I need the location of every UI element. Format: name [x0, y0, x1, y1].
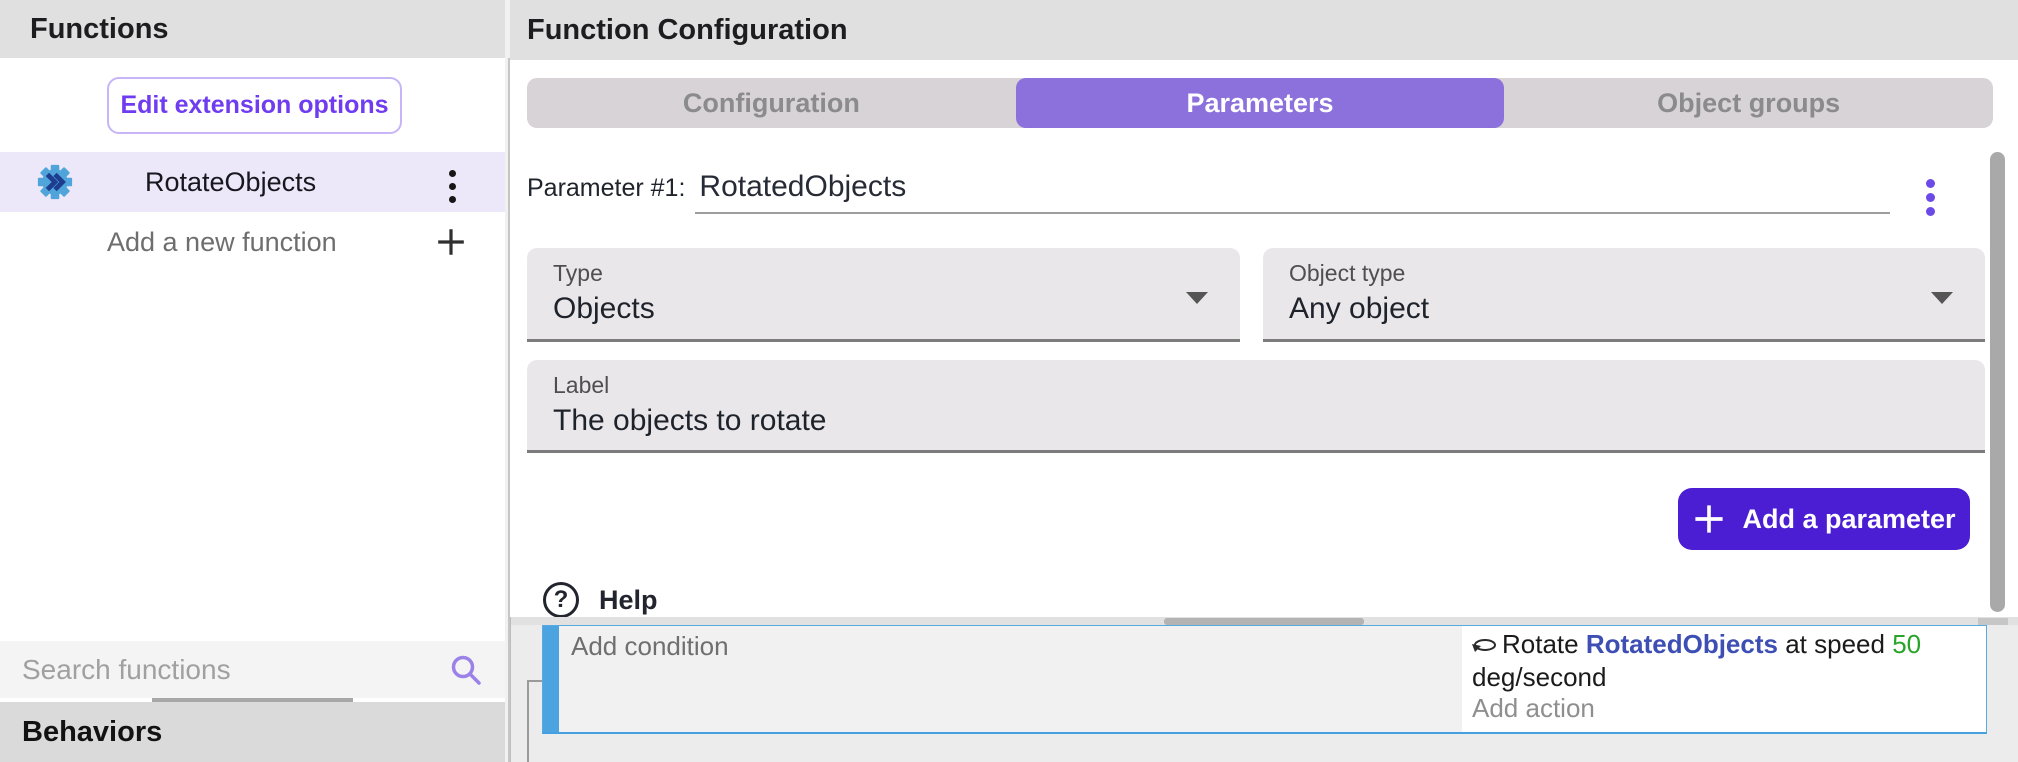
search-functions-bar — [0, 641, 505, 698]
functions-panel: Functions Edit extension options RotateO… — [0, 0, 505, 762]
action-object-name: RotatedObjects — [1586, 629, 1778, 659]
action-value: 50 — [1892, 629, 1921, 659]
main-panel-header: Function Configuration — [510, 0, 2018, 60]
action-sentence-wrap: deg/second — [1472, 662, 1976, 693]
subevent-indent-line — [527, 680, 529, 762]
search-functions-input[interactable] — [22, 641, 422, 698]
event-actions-cell[interactable]: Rotate RotatedObjects at speed 50 deg/se… — [1462, 626, 1986, 732]
functions-panel-title: Functions — [30, 13, 169, 46]
help-row[interactable]: ? Help — [543, 582, 658, 618]
object-type-field-label: Object type — [1289, 260, 1985, 287]
type-field-value: Objects — [553, 292, 1240, 326]
label-field-label: Label — [553, 372, 1985, 399]
tab-object-groups[interactable]: Object groups — [1504, 78, 1993, 128]
events-scrollbar-corner — [1978, 618, 2008, 625]
edit-extension-options-button[interactable]: Edit extension options — [107, 77, 402, 134]
parameter-type-select[interactable]: Type Objects — [527, 248, 1240, 342]
label-field-value: The objects to rotate — [553, 404, 1985, 438]
function-list-item-selected[interactable]: RotateObjects — [0, 152, 505, 212]
action-text: Rotate — [1502, 629, 1586, 659]
dropdown-caret-icon — [1931, 292, 1953, 304]
tab-parameters[interactable]: Parameters — [1016, 78, 1505, 128]
parameter-kebab-icon[interactable] — [1926, 176, 1935, 218]
dropdown-caret-icon — [1186, 292, 1208, 304]
functions-panel-header: Functions — [0, 0, 505, 58]
action-text: at speed — [1778, 629, 1892, 659]
function-name-label: RotateObjects — [145, 167, 316, 198]
events-horizontal-scrollbar-track[interactable] — [511, 617, 2018, 625]
event-conditions-cell[interactable]: Add condition — [559, 626, 1462, 732]
add-function-row[interactable]: Add a new function — [0, 212, 505, 270]
search-icon[interactable] — [449, 653, 483, 692]
function-item-kebab-icon[interactable] — [449, 167, 456, 206]
object-type-field-value: Any object — [1289, 292, 1985, 326]
add-action-label[interactable]: Add action — [1472, 693, 1976, 724]
events-horizontal-scrollbar-thumb[interactable] — [1164, 618, 1364, 625]
events-sheet-panel: Add condition Rotate RotatedObjects at s… — [510, 617, 2018, 762]
object-type-select[interactable]: Object type Any object — [1263, 248, 1985, 342]
plus-icon — [1692, 502, 1726, 536]
behaviors-title: Behaviors — [22, 716, 162, 749]
add-condition-label[interactable]: Add condition — [571, 631, 729, 661]
help-icon-glyph: ? — [554, 586, 569, 614]
parameter-name-input[interactable] — [695, 168, 1890, 214]
tab-bar: Configuration Parameters Object groups — [527, 78, 1993, 128]
function-gear-icon — [36, 163, 74, 201]
add-parameter-button[interactable]: Add a parameter — [1678, 488, 1970, 550]
help-label: Help — [599, 585, 658, 616]
rotate-action-icon — [1472, 631, 1498, 662]
event-row-selected[interactable]: Add condition Rotate RotatedObjects at s… — [542, 625, 1987, 734]
app-window: Functions Edit extension options RotateO… — [0, 0, 2018, 762]
parameter-name-row: Parameter #1: — [527, 168, 1890, 214]
action-sentence[interactable]: Rotate RotatedObjects at speed 50 — [1472, 629, 1976, 662]
plus-icon — [435, 226, 467, 263]
main-scrollbar-thumb[interactable] — [1990, 152, 2005, 612]
parameter-number-label: Parameter #1: — [527, 174, 685, 203]
event-drag-handle[interactable] — [543, 626, 559, 732]
add-function-label: Add a new function — [107, 227, 337, 258]
main-panel-title: Function Configuration — [527, 14, 848, 47]
help-icon: ? — [543, 582, 579, 618]
add-parameter-label: Add a parameter — [1742, 504, 1955, 535]
parameter-label-field[interactable]: Label The objects to rotate — [527, 360, 1985, 453]
behaviors-section-header[interactable]: Behaviors — [0, 702, 505, 762]
type-field-label: Type — [553, 260, 1240, 287]
subevent-connector-line — [527, 680, 543, 682]
tab-configuration[interactable]: Configuration — [527, 78, 1016, 128]
